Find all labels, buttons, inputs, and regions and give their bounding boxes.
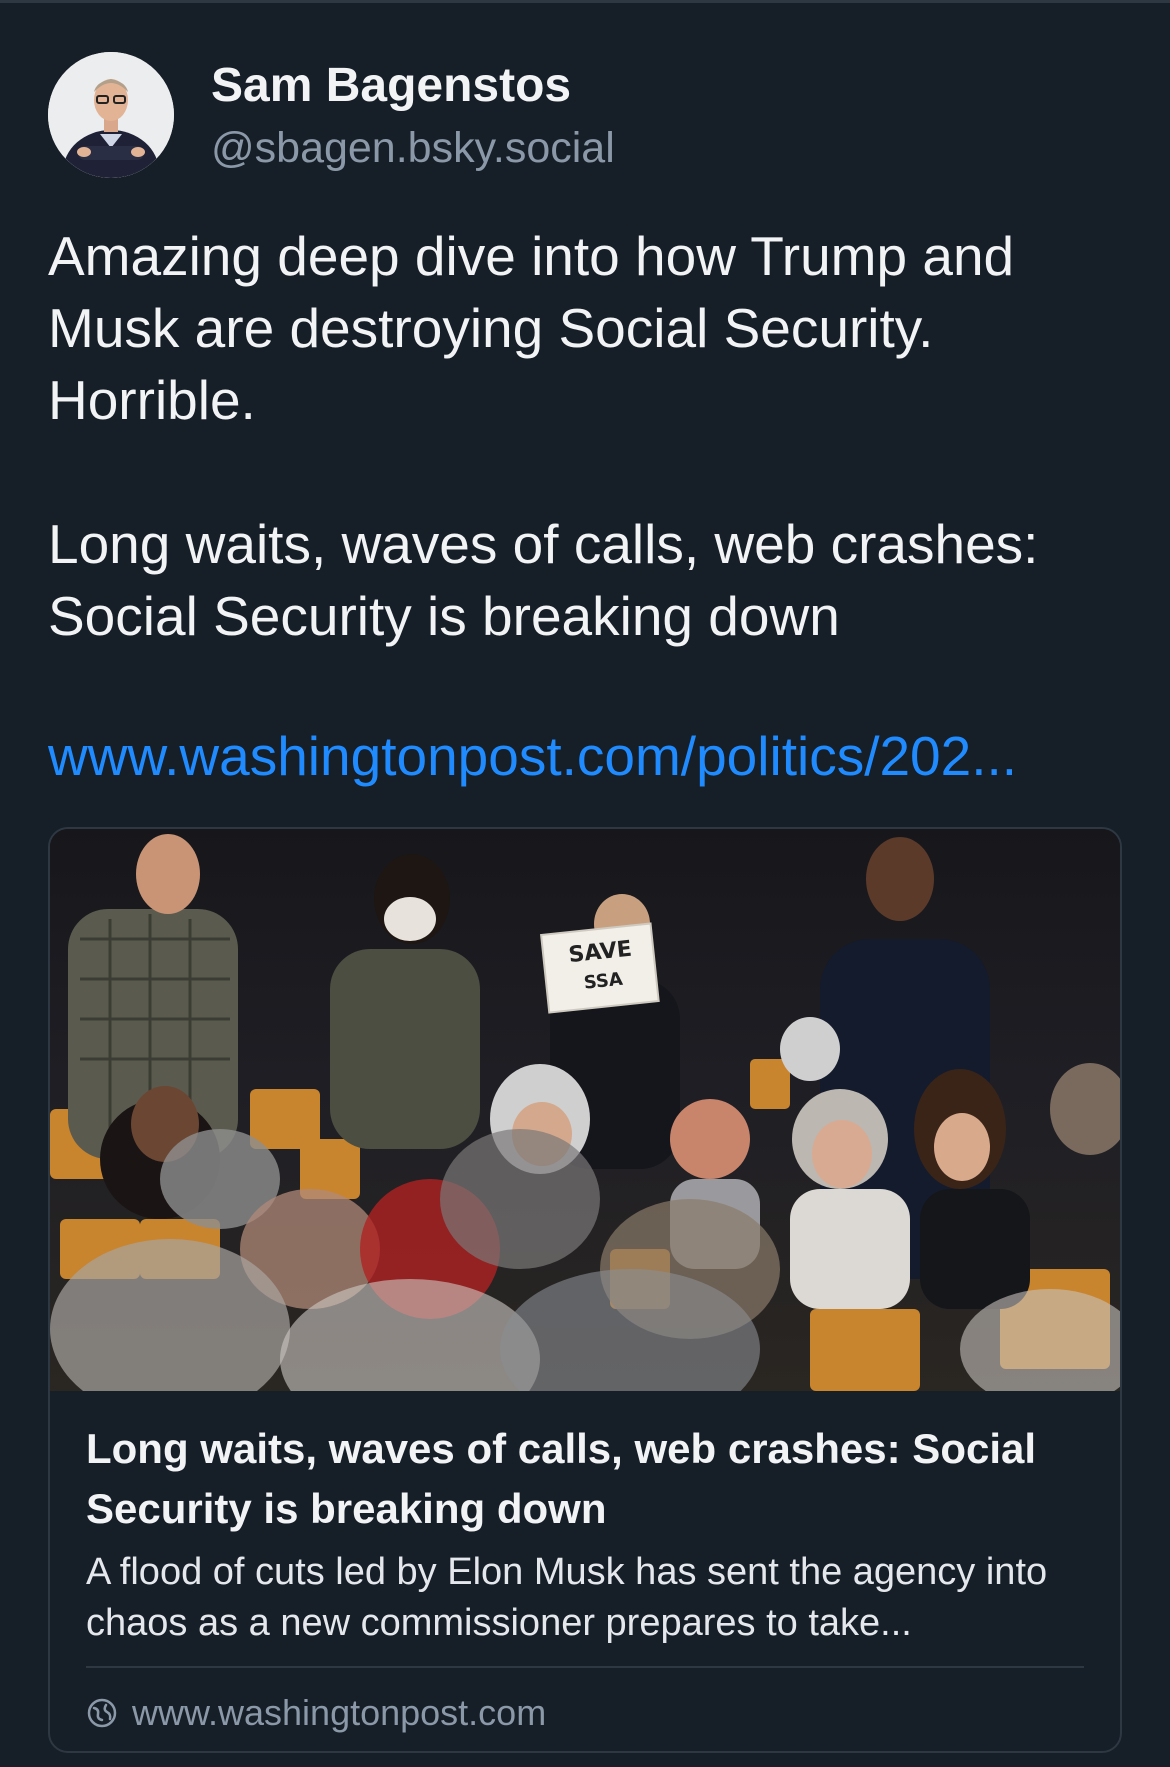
avatar-photo bbox=[48, 52, 174, 178]
avatar[interactable] bbox=[48, 52, 174, 178]
link-card-description: A flood of cuts led by Elon Musk has sen… bbox=[86, 1551, 1048, 1644]
link-card-image[interactable]: SAVE SSA bbox=[50, 829, 1120, 1391]
link-card[interactable]: SAVE SSA Long waits, waves of calls, web… bbox=[48, 827, 1122, 1753]
post-paragraph: Long waits, waves of calls, web crashes:… bbox=[48, 513, 1039, 647]
post-paragraph: Amazing deep dive into how Trump and Mus… bbox=[48, 225, 1015, 431]
author-handle[interactable]: @sbagen.bsky.social bbox=[211, 124, 615, 173]
audience-photo: SAVE SSA bbox=[50, 829, 1120, 1391]
post-text: Amazing deep dive into how Trump and Mus… bbox=[48, 220, 1138, 652]
globe-icon bbox=[87, 1698, 117, 1728]
sign-text-line2: SSA bbox=[583, 969, 624, 994]
link-card-title: Long waits, waves of calls, web crashes:… bbox=[86, 1425, 1037, 1532]
post[interactable]: Sam Bagenstos @sbagen.bsky.social Amazin… bbox=[0, 0, 1170, 1767]
link-card-domain: www.washingtonpost.com bbox=[132, 1692, 547, 1733]
link-card-divider bbox=[86, 1666, 1084, 1668]
post-link[interactable]: www.washingtonpost.com/politics/202... bbox=[48, 720, 1017, 792]
link-card-domain-row: www.washingtonpost.com bbox=[86, 1689, 546, 1737]
author-display-name[interactable]: Sam Bagenstos bbox=[211, 58, 571, 113]
